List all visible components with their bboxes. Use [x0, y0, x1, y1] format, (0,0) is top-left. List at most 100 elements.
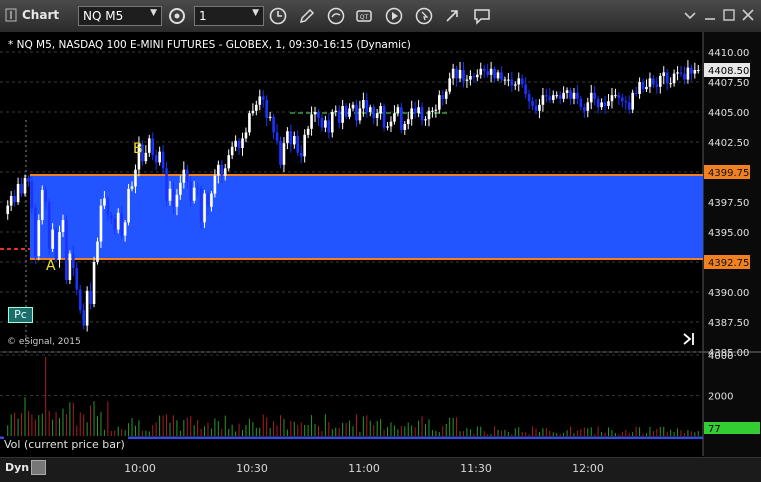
candle-body: [458, 70, 462, 79]
candle-body: [217, 164, 220, 176]
candle-body: [158, 151, 161, 163]
interval-input[interactable]: 1 ▼: [194, 6, 264, 26]
candle-body: [27, 178, 30, 182]
candle-body: [558, 95, 562, 99]
candle-body: [413, 108, 417, 114]
candle-body: [669, 83, 672, 85]
candle-body: [658, 76, 662, 87]
chevron-down-icon[interactable]: ▼: [150, 8, 157, 18]
lock-icon[interactable]: [31, 460, 46, 475]
refresh-icon[interactable]: [326, 6, 346, 26]
close-icon[interactable]: [739, 6, 757, 24]
candle-body: [517, 78, 521, 85]
candle-body: [427, 110, 431, 120]
candle-body: [192, 187, 196, 201]
candle-body: [320, 118, 324, 128]
candle-body: [400, 107, 403, 130]
dynamic-mode-label[interactable]: Dyn: [5, 461, 29, 474]
time-tick-label: 11:00: [348, 462, 380, 475]
svg-text:QT: QT: [360, 14, 369, 21]
candle-body: [120, 212, 123, 236]
quote-icon[interactable]: QT: [354, 6, 374, 26]
candle-body: [185, 169, 189, 182]
chart-plot[interactable]: 4000200077 4410.004407.504405.004402.504…: [0, 32, 761, 457]
candle-body: [600, 102, 603, 108]
candle-body: [424, 119, 427, 121]
candle-body: [496, 72, 500, 79]
candle-body: [265, 100, 268, 118]
price-tick-label: 4392.75: [708, 258, 749, 269]
candle-body: [538, 104, 541, 111]
candle-body: [206, 193, 210, 207]
candle-body: [655, 84, 659, 87]
candle-body: [645, 86, 648, 90]
time-tick-label: 10:00: [124, 462, 156, 475]
volume-study-label[interactable]: Vol (current price bar): [4, 436, 128, 454]
candle-body: [500, 72, 503, 80]
price-tick-label: 4402.50: [708, 138, 749, 149]
candle-body: [223, 168, 227, 176]
candle-body: [289, 131, 293, 145]
cursor-icon[interactable]: [414, 6, 434, 26]
candle-body: [89, 290, 92, 304]
candle-body: [123, 222, 127, 236]
candle-body: [603, 102, 607, 106]
candle-body: [199, 188, 203, 223]
candle-body: [237, 140, 241, 148]
candle-body: [230, 146, 234, 156]
link-icon[interactable]: [442, 6, 462, 26]
candle-body: [696, 70, 700, 71]
candle-body: [179, 182, 182, 195]
candle-body: [527, 94, 531, 102]
candle-body: [103, 198, 106, 206]
candle-body: [589, 92, 593, 103]
maximize-icon[interactable]: [720, 6, 738, 24]
candle-body: [175, 194, 179, 207]
candle-body: [13, 196, 16, 202]
candle-body: [368, 107, 372, 112]
price-close-button[interactable]: Pc: [8, 307, 33, 323]
last-price-label: 4408.50: [708, 66, 749, 77]
candle-body: [51, 229, 54, 249]
minimize-icon[interactable]: [701, 6, 719, 24]
candle-body: [327, 120, 331, 133]
candle-body: [306, 128, 310, 135]
candle-body: [503, 79, 507, 81]
chevron-down-icon[interactable]: ▼: [252, 8, 259, 18]
candle-body: [324, 120, 327, 128]
chart-window: Chart NQ M5 ▼ 1 ▼ QT 4000 2000 77 4410.0…: [0, 0, 761, 482]
comment-icon[interactable]: [472, 6, 492, 26]
candle-body: [403, 124, 407, 130]
chart-app-icon: [5, 8, 17, 22]
window-title: Chart: [22, 8, 60, 22]
price-tick-label: 4395.00: [708, 228, 749, 239]
pencil-icon[interactable]: [297, 6, 317, 26]
menu-icon[interactable]: [681, 6, 699, 24]
candle-body: [531, 101, 534, 106]
candle-body: [317, 112, 320, 118]
candle-body: [576, 92, 579, 99]
candle-body: [299, 152, 303, 157]
candle-body: [648, 78, 652, 87]
candle-body: [286, 131, 289, 144]
candle-body: [344, 106, 348, 117]
interval-gear-icon[interactable]: [167, 6, 187, 26]
price-tick-label: 4405.00: [708, 108, 749, 119]
time-tick-label: 12:00: [572, 462, 604, 475]
candle-body: [686, 67, 690, 80]
symbol-input[interactable]: NQ M5 ▼: [78, 6, 162, 26]
candle-body: [462, 70, 465, 81]
candle-body: [23, 178, 27, 194]
candle-body: [662, 72, 666, 76]
annotation-a: A: [46, 258, 56, 274]
candle-body: [551, 95, 555, 100]
candle-body: [310, 114, 313, 129]
candle-body: [351, 104, 355, 109]
candle-body: [510, 79, 514, 86]
candle-body: [679, 72, 683, 74]
candle-body: [72, 253, 75, 268]
candle-body: [40, 190, 44, 220]
price-tick-label: 4410.00: [708, 48, 749, 59]
play-icon[interactable]: [384, 6, 404, 26]
clock-icon[interactable]: [268, 6, 288, 26]
